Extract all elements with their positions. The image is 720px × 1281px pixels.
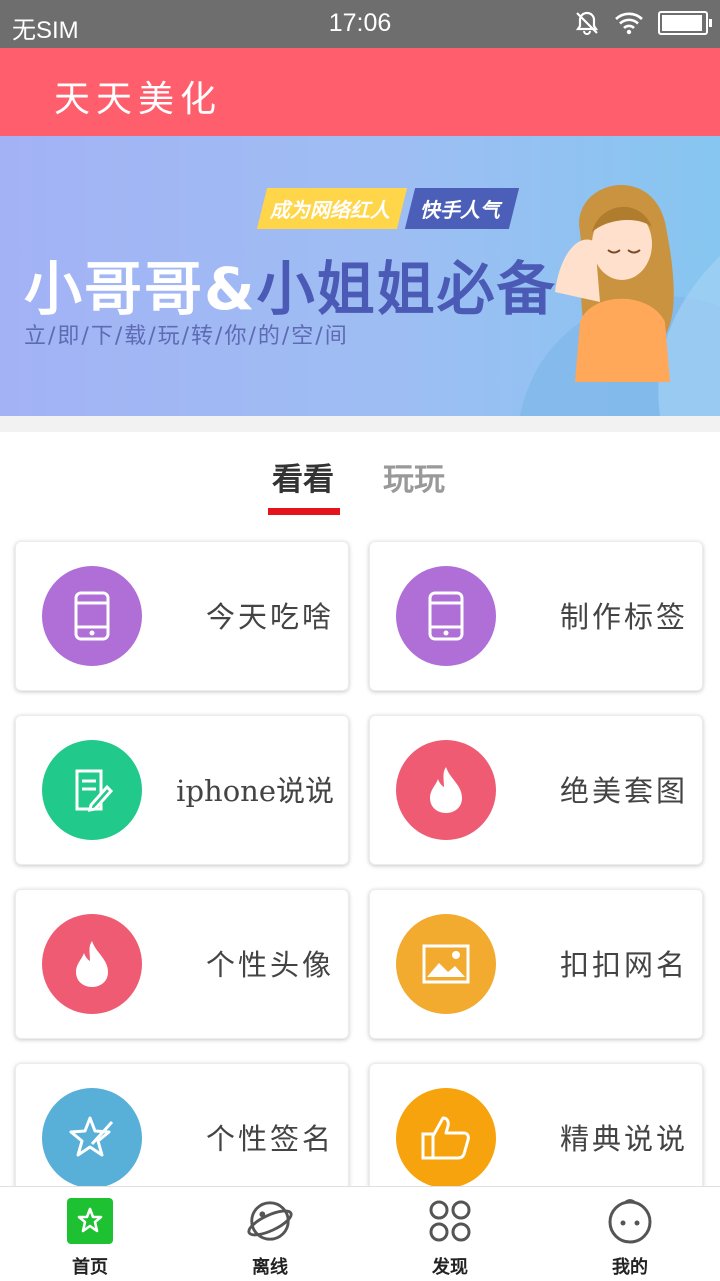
- bottom-nav: 首页 离线 发现 我的: [0, 1186, 720, 1281]
- card-label: 精典说说: [559, 1122, 688, 1156]
- card-icon-bg: [396, 1088, 496, 1186]
- promo-banner[interactable]: 成为网络红人 快手人气 小哥哥&小姐姐必备 立/即/下/载/玩/转/你/的/空/…: [0, 136, 720, 416]
- edit-note-icon: [75, 769, 114, 812]
- nav-label: 发现: [432, 1257, 468, 1278]
- card-beautiful-set[interactable]: 绝美套图: [369, 715, 703, 865]
- nav-label: 我的: [612, 1257, 648, 1278]
- banner-tag-left: 成为网络红人: [256, 188, 408, 229]
- nav-label: 首页: [72, 1257, 108, 1278]
- card-label: 制作标签: [559, 600, 688, 634]
- card-make-tag[interactable]: 制作标签: [369, 541, 703, 691]
- app-bar: 天天美化: [0, 48, 720, 136]
- active-tab-indicator: [268, 508, 340, 515]
- card-icon-bg: [396, 914, 496, 1014]
- card-label: iphone说说: [176, 774, 334, 808]
- face-icon: [606, 1197, 654, 1245]
- planet-icon: [246, 1197, 294, 1245]
- four-circles-icon: [426, 1197, 474, 1245]
- headline-light: 小哥哥&: [24, 255, 257, 323]
- card-icon-bg: [396, 740, 496, 840]
- nav-mine[interactable]: 我的: [570, 1197, 690, 1279]
- card-signature[interactable]: 个性签名: [15, 1063, 349, 1186]
- card-label: 绝美套图: [559, 774, 688, 808]
- card-icon-bg: [42, 566, 142, 666]
- flame-icon: [430, 767, 462, 813]
- app-title: 天天美化: [54, 79, 223, 120]
- card-icon-bg: [396, 566, 496, 666]
- card-icon-bg: [42, 914, 142, 1014]
- card-label: 今天吃啥: [205, 600, 334, 634]
- card-qq-name[interactable]: 扣扣网名: [369, 889, 703, 1039]
- girl-illustration: [555, 184, 674, 382]
- wifi-icon: [615, 12, 643, 35]
- phone-icon: [74, 591, 110, 641]
- feature-grid: 今天吃啥 制作标签 iphone说说 绝美套图 个性头像 扣扣网名 个性签名 精…: [0, 532, 720, 1186]
- tab-watch[interactable]: 看看: [272, 454, 334, 499]
- card-icon-bg: [42, 1088, 142, 1186]
- card-classic-talk[interactable]: 精典说说: [369, 1063, 703, 1186]
- nav-home[interactable]: 首页: [30, 1197, 150, 1279]
- image-icon: [422, 944, 470, 984]
- flame-icon: [76, 941, 108, 987]
- card-iphone-talk[interactable]: iphone说说: [15, 715, 349, 865]
- phone-icon: [428, 591, 464, 641]
- thumbs-up-icon: [421, 1116, 470, 1160]
- tab-play[interactable]: 玩玩: [383, 454, 445, 499]
- nav-discover[interactable]: 发现: [390, 1197, 510, 1279]
- star-pen-icon: [69, 1116, 114, 1157]
- status-bar: 无SIM 17:06: [0, 0, 720, 48]
- card-avatar[interactable]: 个性头像: [15, 889, 349, 1039]
- bell-muted-icon: [575, 11, 599, 35]
- nav-label: 离线: [252, 1257, 288, 1278]
- card-icon-bg: [42, 740, 142, 840]
- nav-offline[interactable]: 离线: [210, 1197, 330, 1279]
- home-star-icon: [66, 1197, 114, 1245]
- category-tabs: 看看 玩玩: [0, 432, 720, 532]
- banner-headline: 小哥哥&小姐姐必备: [24, 242, 557, 326]
- card-label: 扣扣网名: [559, 948, 688, 982]
- banner-subline: 立/即/下/载/玩/转/你/的/空/间: [24, 324, 349, 349]
- status-icons: [574, 10, 712, 36]
- headline-dark: 小姐姐必备: [256, 255, 557, 323]
- card-label: 个性签名: [205, 1122, 334, 1156]
- card-label: 个性头像: [205, 948, 334, 982]
- card-today-eat[interactable]: 今天吃啥: [15, 541, 349, 691]
- banner-tag-right: 快手人气: [404, 188, 520, 229]
- battery-icon: [658, 11, 712, 35]
